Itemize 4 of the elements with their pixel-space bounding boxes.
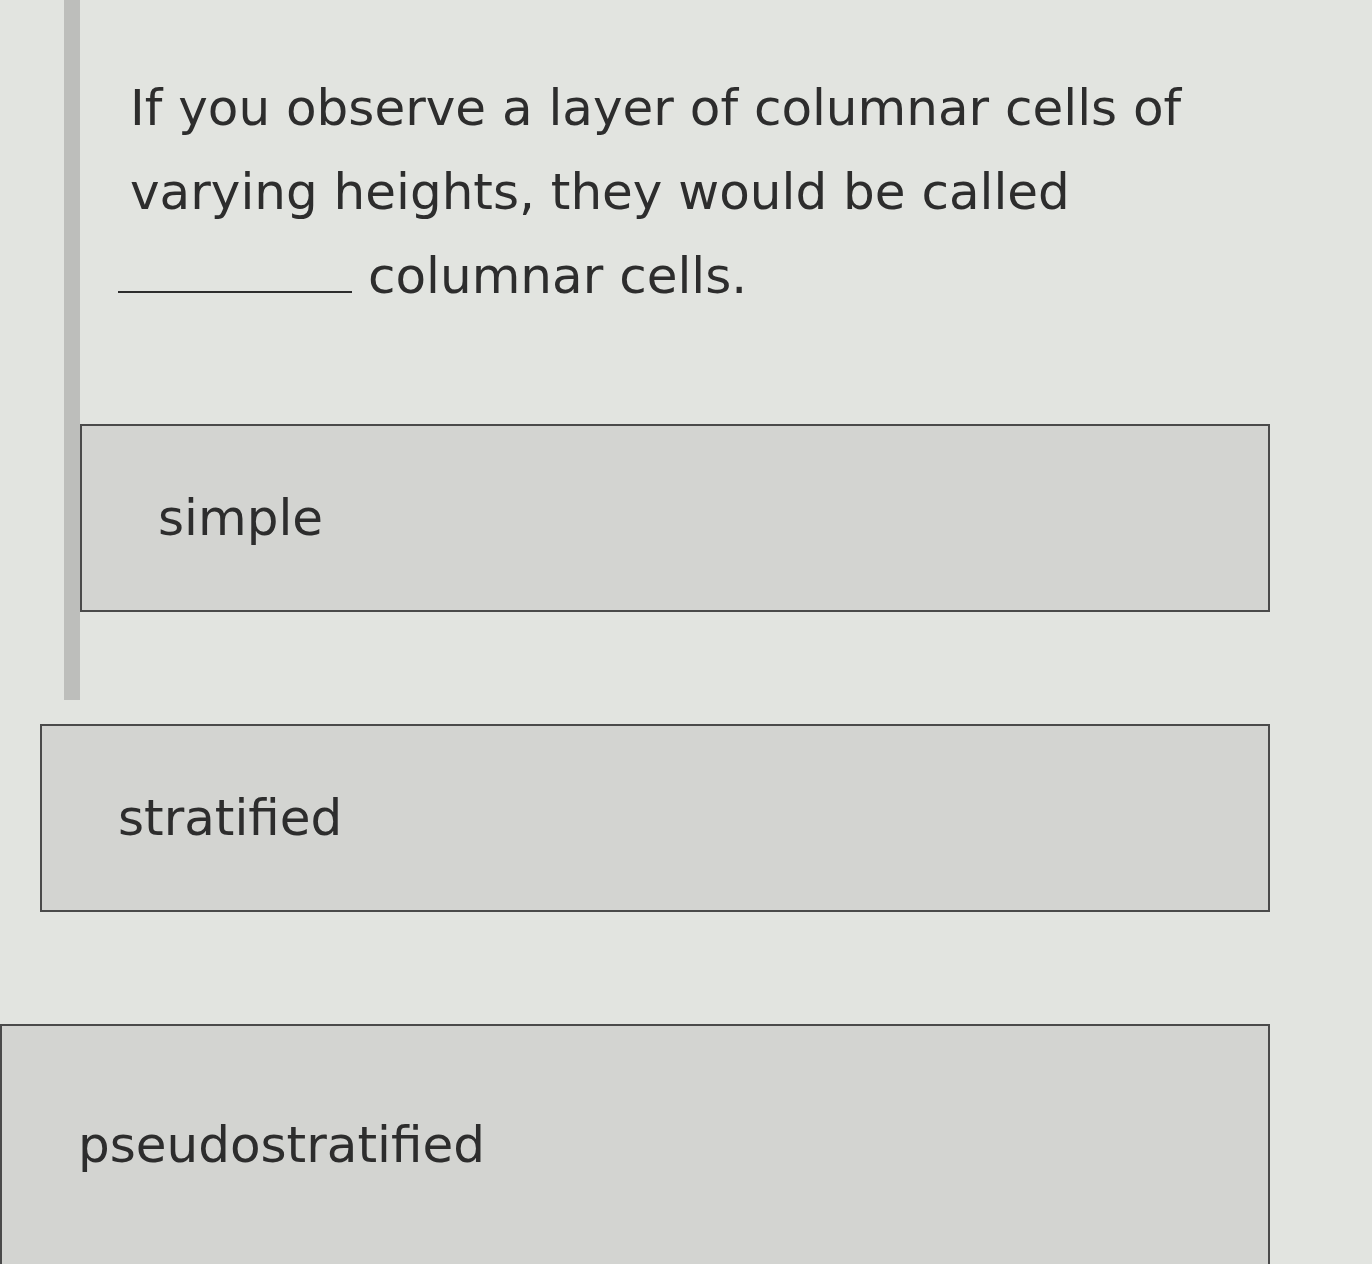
answer-option[interactable]: stratified (40, 724, 1270, 912)
answer-option[interactable]: simple (80, 424, 1270, 612)
answer-option[interactable]: pseudostratified (0, 1024, 1270, 1264)
question-text: columnar cells. (368, 246, 748, 307)
